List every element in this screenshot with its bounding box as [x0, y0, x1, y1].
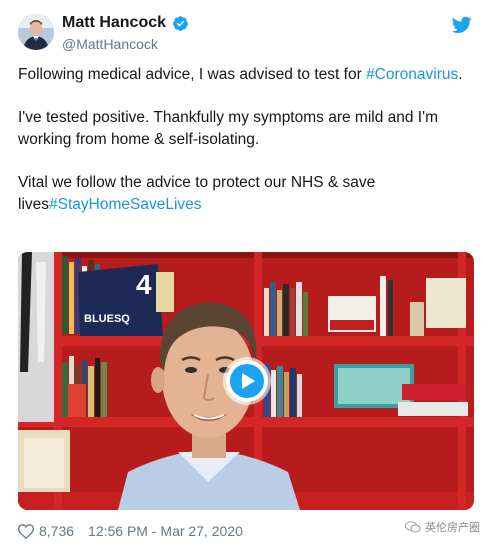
play-icon	[242, 373, 255, 389]
author-handle[interactable]: @MattHancock	[62, 36, 158, 52]
tweet-paragraph-1: Following medical advice, I was advised …	[18, 64, 473, 86]
video-thumbnail[interactable]: 4 BLUESQ	[18, 252, 474, 510]
svg-text:BLUESQ: BLUESQ	[84, 313, 130, 325]
author-display-name[interactable]: Matt Hancock	[62, 14, 166, 32]
heart-icon[interactable]	[18, 523, 34, 539]
svg-text:4: 4	[136, 269, 152, 300]
tweet-text-segment: .	[458, 66, 463, 83]
tweet-paragraph-2: I've tested positive. Thankfully my symp…	[18, 109, 438, 148]
watermark-text: 英伦房产圈	[425, 522, 480, 534]
tweet-header: Matt Hancock @MattHancock	[18, 12, 478, 56]
tweet-text-segment: Following medical advice, I was advised …	[18, 66, 362, 83]
like-count[interactable]: 8,736	[39, 523, 74, 539]
video-play-button[interactable]	[226, 360, 268, 402]
tweet-paragraph-3: Vital we follow the advice to protect ou…	[18, 172, 473, 216]
verified-badge-icon	[173, 15, 188, 31]
wechat-watermark: 英伦房产圈	[405, 519, 480, 535]
author-avatar[interactable]	[18, 14, 54, 50]
tweet-timestamp[interactable]: 12:56 PM - Mar 27, 2020	[88, 523, 243, 539]
twitter-bird-icon[interactable]	[452, 16, 472, 34]
tweet-body: Following medical advice, I was advised …	[18, 64, 473, 237]
wechat-icon	[405, 521, 421, 533]
hashtag-stayhomesavelives-link[interactable]: #StayHomeSaveLives	[49, 196, 202, 213]
hashtag-coronavirus-link[interactable]: #Coronavirus	[366, 66, 458, 83]
